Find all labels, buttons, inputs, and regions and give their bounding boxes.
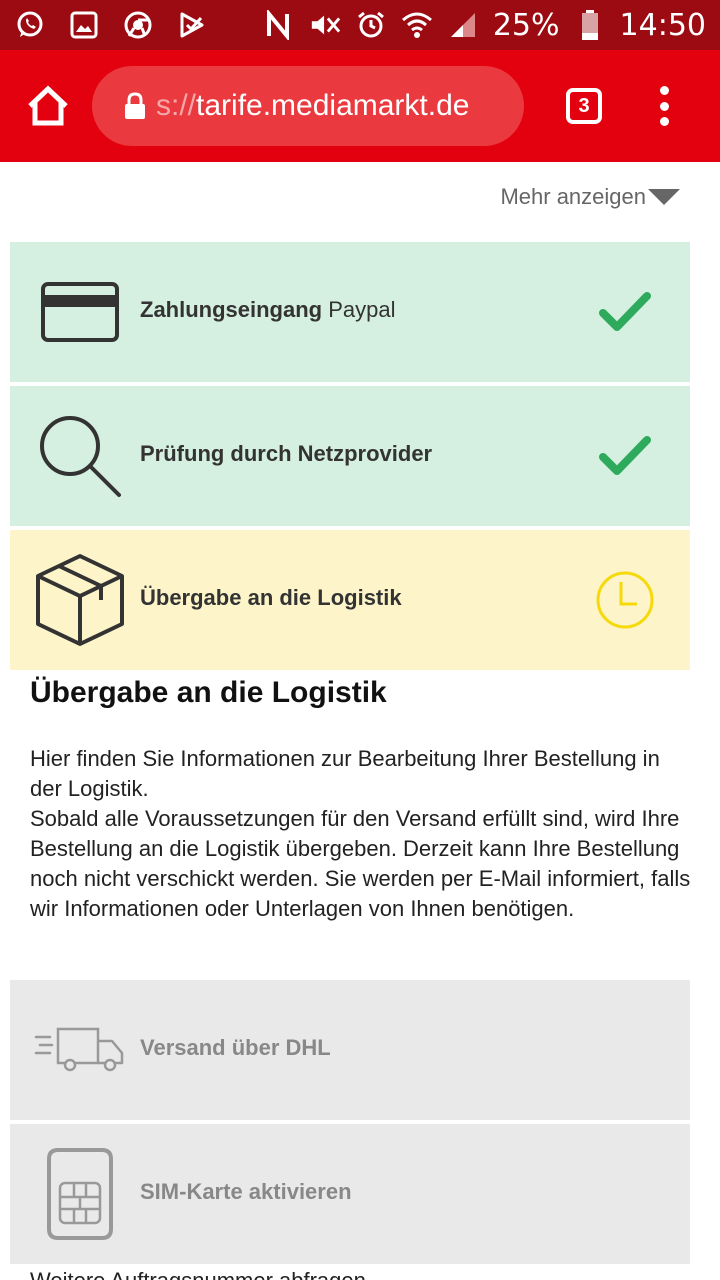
package-icon <box>30 550 130 650</box>
menu-dot-icon <box>659 101 669 111</box>
whatsapp-icon <box>14 9 46 41</box>
lock-icon <box>125 92 145 119</box>
sim-card-icon <box>30 1144 130 1244</box>
credit-card-icon <box>30 262 130 362</box>
search-icon <box>30 406 130 506</box>
step-label: SIM-Karte aktivieren <box>140 1179 352 1204</box>
status-bar: 25% 14:50 <box>0 0 720 50</box>
checkmark-icon <box>590 282 660 342</box>
step-label: Versand über DHL <box>140 1035 331 1060</box>
battery-icon <box>574 9 606 41</box>
checkmark-icon <box>590 426 660 486</box>
clock-icon <box>590 570 660 630</box>
step-label: Übergabe an die Logistik <box>140 585 402 610</box>
section-body: Hier finden Sie Informationen zur Bearbe… <box>30 744 695 924</box>
order-number-link[interactable]: Weitere Auftragsnummer abfragen <box>30 1268 366 1280</box>
home-icon <box>28 85 68 126</box>
menu-dot-icon <box>659 86 669 95</box>
gallery-icon <box>68 9 100 41</box>
section-paragraph: Sobald alle Voraussetzungen für den Vers… <box>30 806 691 921</box>
step-payment: Zahlungseingang Paypal <box>10 242 690 382</box>
tab-switcher-button[interactable]: 3 <box>566 88 602 124</box>
battery-percent: 25% <box>492 7 560 43</box>
signal-icon <box>447 9 479 41</box>
nfc-icon <box>263 9 295 41</box>
home-button[interactable] <box>26 84 70 128</box>
mute-icon <box>309 9 341 41</box>
step-sim-activation: SIM-Karte aktivieren <box>10 1124 690 1264</box>
url-bar[interactable]: s://tarife.mediamarkt.de <box>92 66 524 146</box>
browser-toolbar: s://tarife.mediamarkt.de 3 <box>0 50 720 162</box>
url-text: s://tarife.mediamarkt.de <box>156 89 469 123</box>
step-label: Prüfung durch Netzprovider <box>140 441 433 466</box>
step-label: Zahlungseingang Paypal <box>140 297 396 322</box>
menu-dot-icon <box>659 117 669 126</box>
url-scheme: s:// <box>156 89 197 122</box>
truck-icon <box>30 1000 130 1100</box>
step-provider-check: Prüfung durch Netzprovider <box>10 386 690 526</box>
chevron-down-icon <box>648 189 680 205</box>
clock-time: 14:50 <box>619 7 706 43</box>
show-more-link[interactable]: Mehr anzeigen <box>500 184 680 210</box>
step-shipping: Versand über DHL <box>10 980 690 1120</box>
section-title: Übergabe an die Logistik <box>30 676 387 709</box>
chrome-icon <box>122 9 154 41</box>
url-domain: tarife.mediamarkt.de <box>196 89 470 122</box>
checkmark-app-icon <box>176 9 208 41</box>
overflow-menu-button[interactable] <box>656 86 672 126</box>
show-more-label: Mehr anzeigen <box>500 184 646 209</box>
wifi-icon <box>401 9 433 41</box>
more-row: Mehr anzeigen <box>0 176 720 220</box>
section-paragraph: Hier finden Sie Informationen zur Bearbe… <box>30 746 660 801</box>
alarm-icon <box>355 9 387 41</box>
step-logistics: Übergabe an die Logistik <box>10 530 690 670</box>
